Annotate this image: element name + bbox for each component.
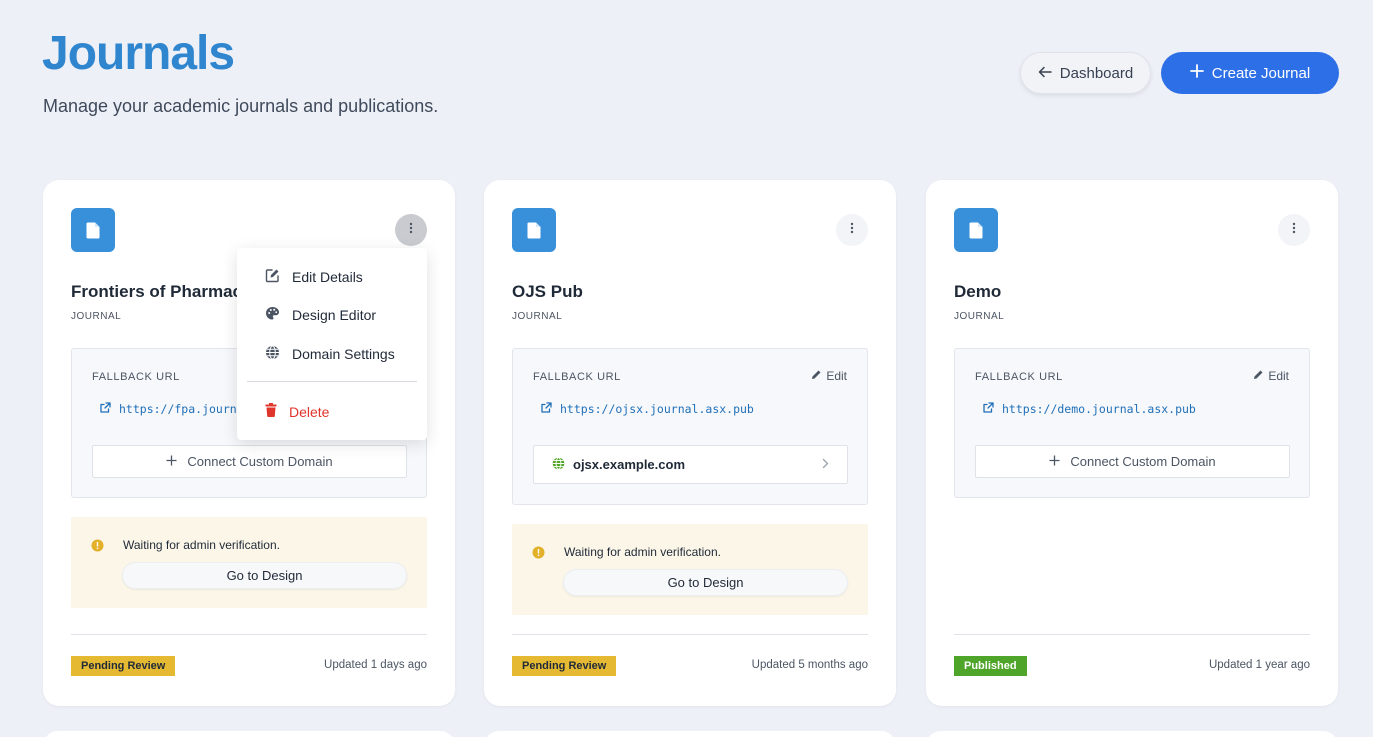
journal-name: OJS Pub xyxy=(512,282,583,301)
fallback-url-label: FALLBACK URL xyxy=(533,371,621,383)
trash-icon xyxy=(265,403,277,420)
pencil-icon xyxy=(1253,369,1264,383)
card-divider xyxy=(954,634,1310,635)
updated-timestamp: Updated 1 days ago xyxy=(324,659,427,671)
verification-notice-text: Waiting for admin verification. xyxy=(123,538,280,552)
journal-type: JOURNAL xyxy=(954,311,1005,322)
plus-icon xyxy=(1049,454,1060,469)
more-options-button[interactable] xyxy=(1278,214,1310,246)
dashboard-button[interactable]: Dashboard xyxy=(1020,52,1151,94)
more-vertical-icon xyxy=(409,221,413,239)
warning-icon xyxy=(532,546,545,564)
journal-card xyxy=(484,731,896,737)
fallback-url-link[interactable]: https://ojsx.journal.asx.pub xyxy=(541,402,754,416)
fallback-url-link[interactable]: https://demo.journal.asx.pub xyxy=(983,402,1196,416)
menu-item-label: Delete xyxy=(289,403,330,420)
create-journal-button[interactable]: Create Journal xyxy=(1161,52,1339,94)
journal-name: Frontiers of Pharmac xyxy=(71,282,242,301)
more-vertical-icon xyxy=(850,221,854,239)
verification-notice: Waiting for admin verification. Go to De… xyxy=(71,517,427,608)
go-to-design-button[interactable]: Go to Design xyxy=(563,569,848,596)
plus-icon xyxy=(1189,64,1204,82)
connect-custom-domain-label: Connect Custom Domain xyxy=(1070,454,1216,469)
external-link-icon xyxy=(983,402,994,416)
journal-card: Demo JOURNAL FALLBACK URL Edit https://d… xyxy=(926,180,1338,706)
custom-domain-row[interactable]: ojsx.example.com xyxy=(533,445,848,484)
globe-icon xyxy=(552,456,565,473)
dashboard-button-label: Dashboard xyxy=(1059,64,1134,82)
connect-custom-domain-button[interactable]: Connect Custom Domain xyxy=(92,445,407,478)
more-options-button[interactable] xyxy=(395,214,427,246)
menu-item-label: Edit Details xyxy=(292,269,363,285)
status-badge: Published xyxy=(954,656,1027,676)
card-divider xyxy=(512,634,868,635)
fallback-url-text: https://fpa.journa xyxy=(119,402,244,416)
pencil-icon xyxy=(811,369,822,383)
create-journal-button-label: Create Journal xyxy=(1211,64,1311,82)
menu-item-delete[interactable]: Delete xyxy=(265,403,329,420)
document-icon xyxy=(954,208,998,252)
status-badge: Pending Review xyxy=(71,656,176,676)
fallback-url-label: FALLBACK URL xyxy=(92,371,180,383)
journal-options-menu: Edit Details Design Editor Domain Settin… xyxy=(237,248,427,440)
warning-icon xyxy=(91,539,104,557)
external-link-icon xyxy=(100,402,111,416)
journal-card xyxy=(43,731,455,737)
fallback-url-text: https://ojsx.journal.asx.pub xyxy=(560,402,754,416)
journal-card xyxy=(926,731,1338,737)
external-link-icon xyxy=(541,402,552,416)
page-subtitle: Manage your academic journals and public… xyxy=(43,96,439,116)
document-icon xyxy=(512,208,556,252)
updated-timestamp: Updated 1 year ago xyxy=(1208,659,1310,671)
palette-icon xyxy=(265,306,280,324)
fallback-url-label: FALLBACK URL xyxy=(975,371,1063,383)
arrow-left-icon xyxy=(1038,65,1052,82)
go-to-design-button[interactable]: Go to Design xyxy=(122,562,407,589)
menu-item-label: Domain Settings xyxy=(292,346,395,362)
journal-name: Demo xyxy=(954,282,1002,301)
chevron-right-icon xyxy=(822,457,829,472)
fallback-url-panel: FALLBACK URL Edit https://ojsx.journal.a… xyxy=(512,348,868,505)
page-title: Journals xyxy=(42,27,235,80)
menu-item-edit-details[interactable]: Edit Details xyxy=(265,268,363,286)
updated-timestamp: Updated 5 months ago xyxy=(751,659,868,671)
connect-custom-domain-button[interactable]: Connect Custom Domain xyxy=(975,445,1290,478)
verification-notice-text: Waiting for admin verification. xyxy=(564,545,721,559)
edit-fallback-url-button[interactable]: Edit xyxy=(1253,369,1289,383)
connect-custom-domain-label: Connect Custom Domain xyxy=(187,454,333,469)
plus-icon xyxy=(166,454,177,469)
menu-divider xyxy=(247,381,417,382)
menu-item-design-editor[interactable]: Design Editor xyxy=(265,306,376,324)
fallback-url-panel: FALLBACK URL Edit https://demo.journal.a… xyxy=(954,348,1310,498)
fallback-url-text: https://demo.journal.asx.pub xyxy=(1002,402,1196,416)
status-badge: Pending Review xyxy=(512,656,617,676)
edit-label: Edit xyxy=(826,369,847,383)
document-icon xyxy=(71,208,115,252)
menu-item-domain-settings[interactable]: Domain Settings xyxy=(265,345,395,363)
journal-type: JOURNAL xyxy=(71,311,122,322)
more-vertical-icon xyxy=(1292,221,1296,239)
custom-domain-text: ojsx.example.com xyxy=(573,457,685,472)
journal-type: JOURNAL xyxy=(512,311,563,322)
fallback-url-link[interactable]: https://fpa.journa xyxy=(100,402,244,416)
card-divider xyxy=(71,634,427,635)
edit-fallback-url-button[interactable]: Edit xyxy=(811,369,847,383)
globe-icon xyxy=(265,345,280,363)
edit-icon xyxy=(265,268,280,286)
menu-item-label: Design Editor xyxy=(292,307,377,323)
more-options-button[interactable] xyxy=(836,214,868,246)
edit-label: Edit xyxy=(1268,369,1289,383)
verification-notice: Waiting for admin verification. Go to De… xyxy=(512,524,868,615)
journal-card: OJS Pub JOURNAL FALLBACK URL Edit https:… xyxy=(484,180,896,706)
